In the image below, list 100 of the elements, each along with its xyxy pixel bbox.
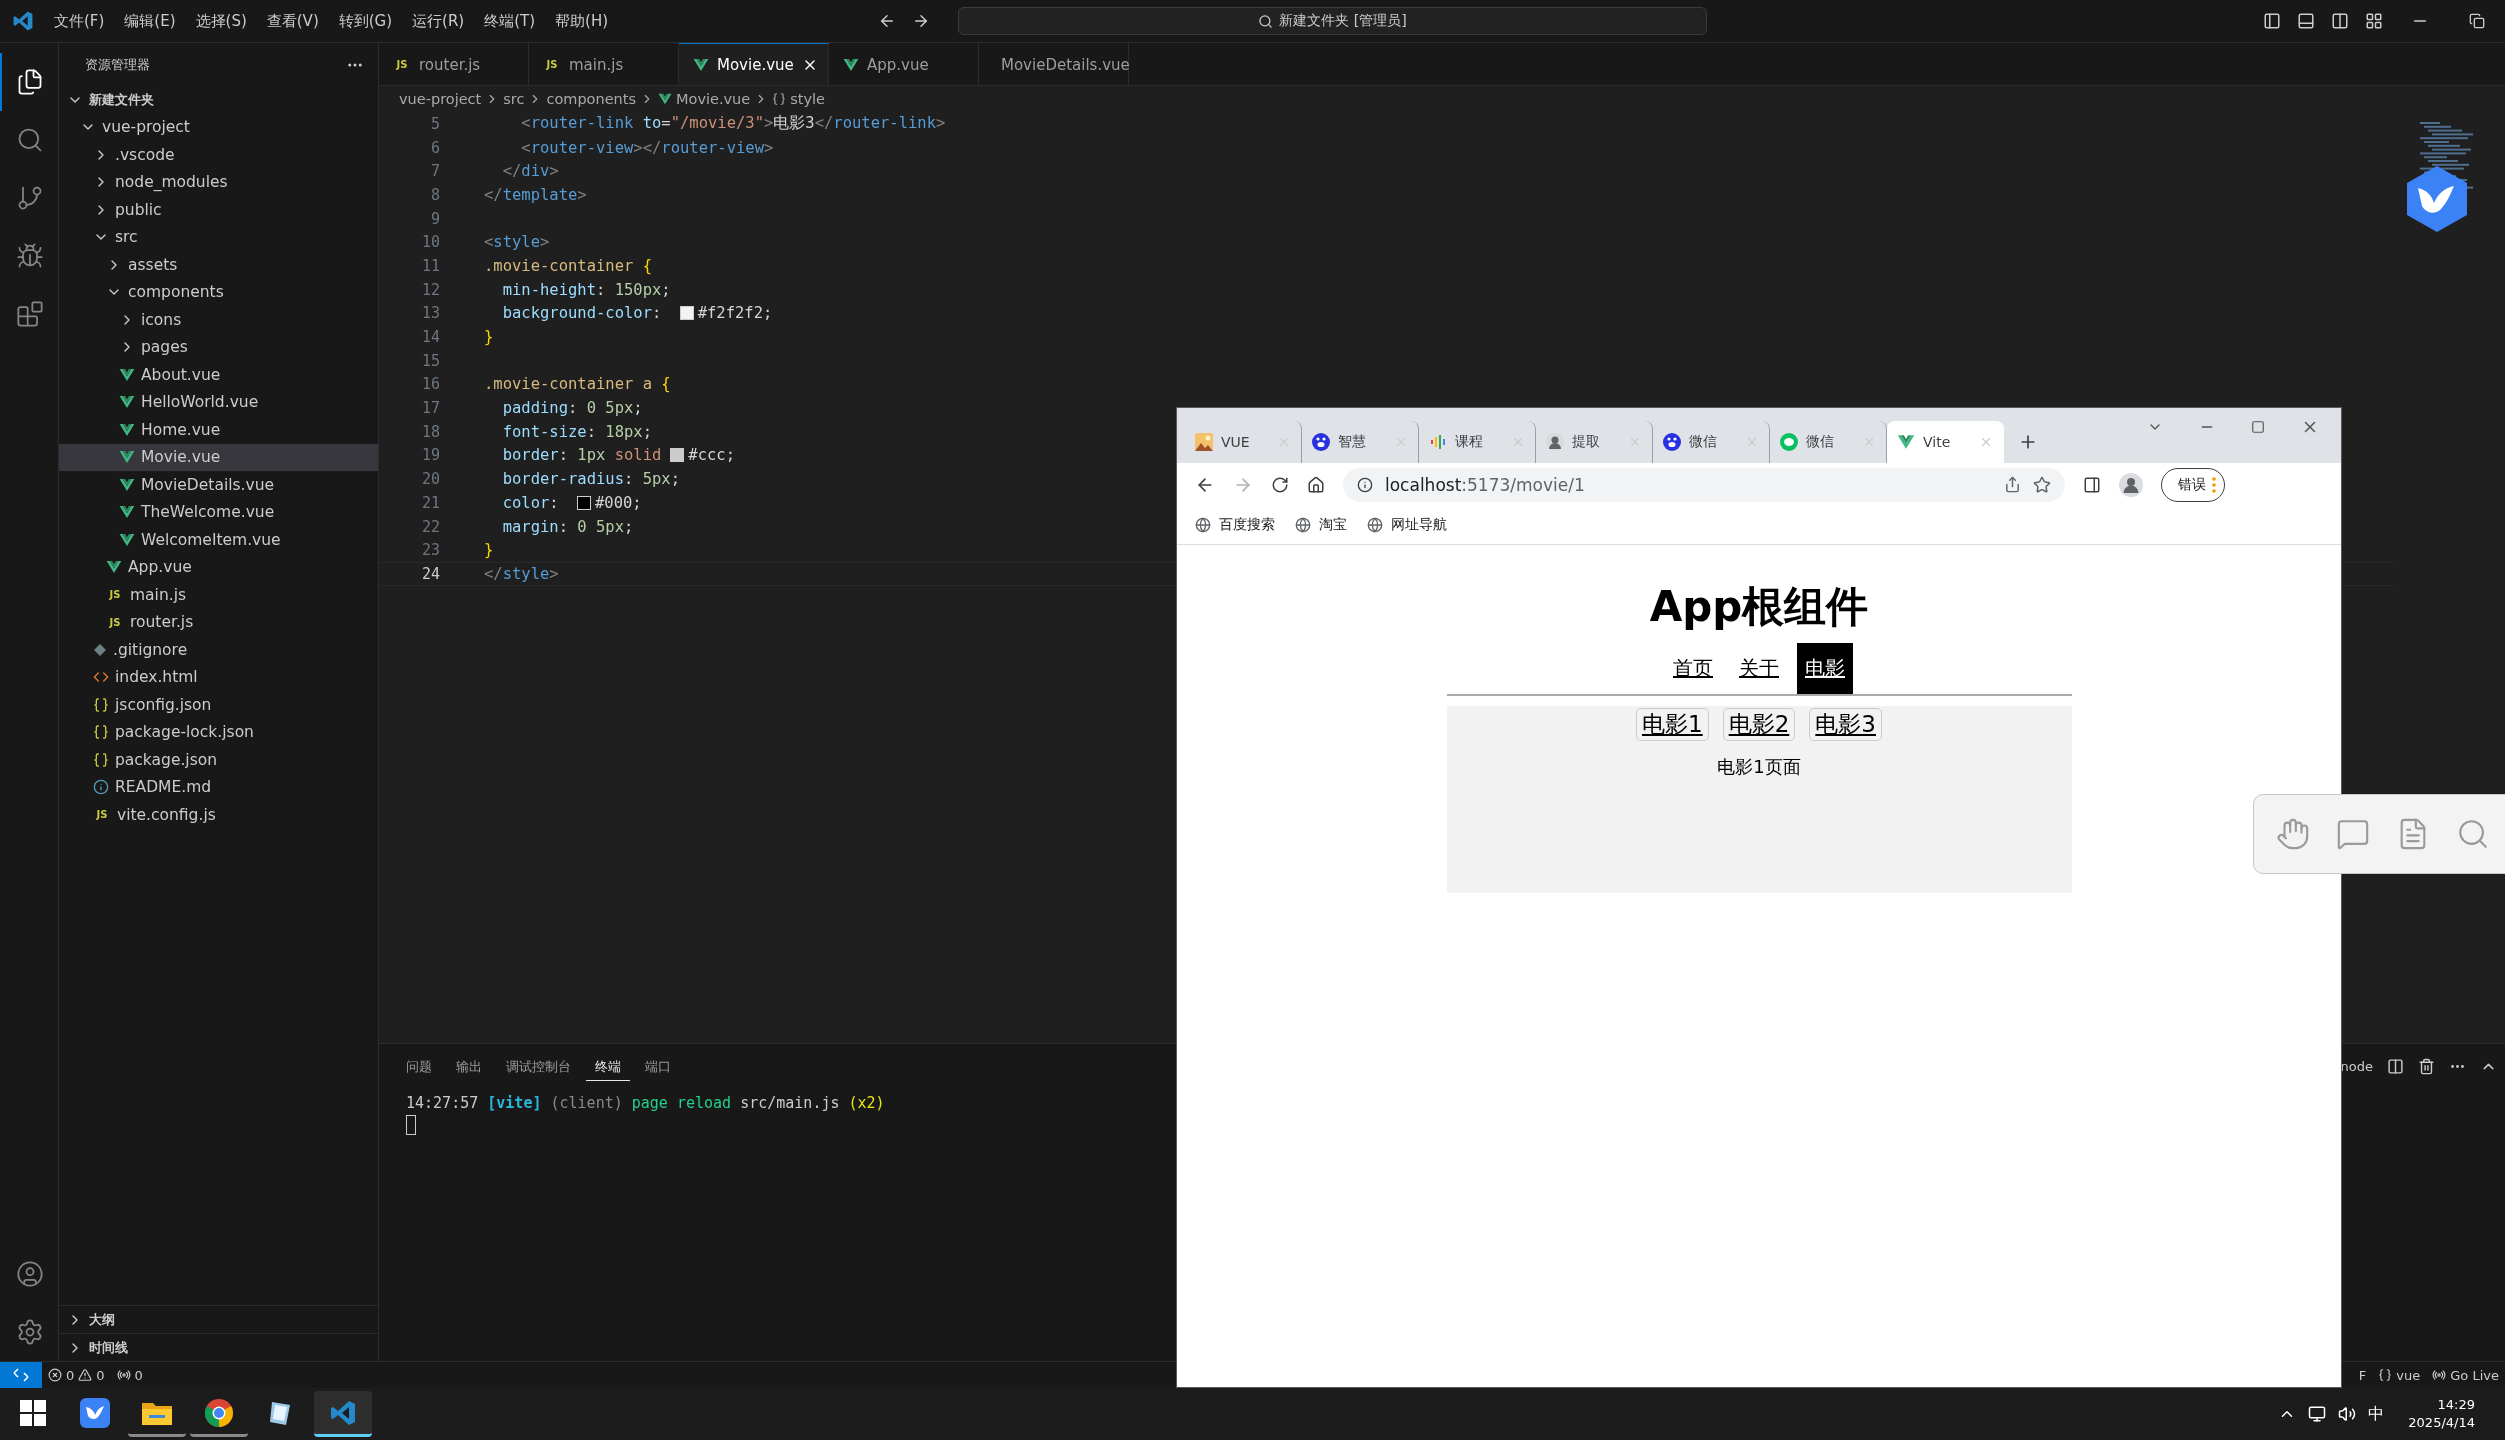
file-tree-item[interactable]: Movie.vue bbox=[59, 443, 378, 471]
file-tree-item[interactable]: .vscode bbox=[59, 141, 378, 169]
menu-item[interactable]: 选择(S) bbox=[185, 7, 257, 35]
panel-tab[interactable]: 终端 bbox=[586, 1051, 630, 1081]
file-tree-item[interactable]: vue-project bbox=[59, 113, 378, 141]
chat-icon[interactable] bbox=[2336, 817, 2370, 851]
menu-item[interactable]: 转到(G) bbox=[328, 7, 403, 35]
sidebar-toggle-icon[interactable] bbox=[2263, 12, 2281, 30]
nav-link[interactable]: 首页 bbox=[1665, 643, 1721, 694]
movie-link[interactable]: 电影3 bbox=[1809, 708, 1882, 741]
command-center[interactable]: 新建文件夹 [管理员] bbox=[958, 7, 1707, 35]
taskbar-button[interactable] bbox=[314, 1391, 372, 1437]
star-icon[interactable] bbox=[2033, 475, 2051, 494]
file-tree-item[interactable]: package.json bbox=[59, 746, 378, 774]
ports-status[interactable]: 0 bbox=[110, 1367, 149, 1383]
share-icon[interactable] bbox=[2004, 476, 2021, 493]
restore-icon[interactable] bbox=[2469, 13, 2485, 29]
status-item[interactable]: Go Live bbox=[2426, 1367, 2505, 1383]
terminal-name[interactable]: node bbox=[2340, 1058, 2373, 1074]
status-item[interactable]: vue bbox=[2372, 1367, 2427, 1383]
settings-icon[interactable] bbox=[16, 1318, 44, 1346]
menu-item[interactable]: 编辑(E) bbox=[114, 7, 186, 35]
reload-icon[interactable] bbox=[1271, 475, 1289, 494]
browser-tab[interactable]: 课程 bbox=[1419, 421, 1536, 463]
address-bar[interactable]: localhost:5173/movie/1 bbox=[1343, 467, 2065, 502]
breadcrumb-item[interactable]: src bbox=[503, 91, 525, 107]
file-tree-item[interactable]: README.md bbox=[59, 773, 378, 801]
file-tree-item[interactable]: components bbox=[59, 278, 378, 306]
code-text: padding: 0 5px; bbox=[501, 399, 643, 418]
file-tree-item[interactable]: index.html bbox=[59, 663, 378, 691]
search-icon[interactable] bbox=[2456, 817, 2490, 851]
nav-link[interactable]: 关于 bbox=[1731, 643, 1787, 694]
bookmark[interactable]: 百度搜索 bbox=[1195, 516, 1275, 534]
home-icon[interactable] bbox=[1307, 475, 1325, 494]
panel-toggle-icon[interactable] bbox=[2297, 12, 2315, 30]
menu-item[interactable]: 文件(F) bbox=[44, 7, 115, 35]
breadcrumb-item[interactable]: vue-project bbox=[399, 91, 482, 107]
volume-icon[interactable] bbox=[2338, 1405, 2357, 1423]
browser-tab[interactable]: 智慧 bbox=[1302, 421, 1419, 463]
file-tree-item[interactable]: .gitignore bbox=[59, 636, 378, 664]
panel-tab[interactable]: 输出 bbox=[447, 1051, 491, 1081]
file-tree-item[interactable]: JS main.js bbox=[59, 581, 378, 609]
problems-status[interactable]: 0 0 bbox=[42, 1367, 111, 1383]
file-tree-item[interactable]: icons bbox=[59, 306, 378, 334]
panel-tab[interactable]: 端口 bbox=[636, 1051, 680, 1081]
browser-tab[interactable]: 微信 bbox=[1770, 421, 1887, 463]
status-item[interactable]: F bbox=[2352, 1367, 2373, 1383]
file-tree-item[interactable]: HelloWorld.vue bbox=[59, 388, 378, 416]
panel-tab[interactable]: 调试控制台 bbox=[497, 1051, 580, 1081]
file-tree-item[interactable]: assets bbox=[59, 251, 378, 279]
breadcrumb-item[interactable]: style bbox=[790, 91, 825, 107]
browser-tab[interactable]: VUE bbox=[1185, 421, 1302, 463]
layout-icon[interactable] bbox=[2365, 12, 2383, 30]
split-layout-icon[interactable] bbox=[2331, 12, 2349, 30]
file-tree-item[interactable]: TheWelcome.vue bbox=[59, 498, 378, 526]
forward-arrow-icon[interactable] bbox=[912, 12, 930, 30]
menu-item[interactable]: 查看(V) bbox=[256, 7, 329, 35]
file-tree-item[interactable]: node_modules bbox=[59, 168, 378, 196]
file-tree-item[interactable]: App.vue bbox=[59, 553, 378, 581]
file-tree-item[interactable]: WelcomeItem.vue bbox=[59, 526, 378, 554]
menu-item[interactable]: 帮助(H) bbox=[545, 7, 619, 35]
file-tree-item[interactable]: public bbox=[59, 196, 378, 224]
line-number: 10 bbox=[420, 233, 440, 252]
movie-link[interactable]: 电影1 bbox=[1636, 708, 1709, 741]
panel-tab[interactable]: 问题 bbox=[397, 1051, 441, 1081]
file-tree-item[interactable]: 新建文件夹 bbox=[59, 86, 378, 114]
split-icon[interactable] bbox=[2387, 1057, 2404, 1075]
browser-tab[interactable]: 微信 bbox=[1653, 421, 1770, 463]
clock[interactable]: 14:29 2025/4/14 bbox=[2408, 1396, 2475, 1432]
file-tree-item[interactable]: pages bbox=[59, 333, 378, 361]
hand-icon[interactable] bbox=[2276, 817, 2310, 851]
browser-tab[interactable]: 提取 bbox=[1536, 421, 1653, 463]
breadcrumb-item[interactable]: Movie.vue bbox=[676, 91, 751, 107]
bookmark[interactable]: 网址导航 bbox=[1367, 516, 1447, 534]
movie-link[interactable]: 电影2 bbox=[1722, 708, 1796, 741]
file-tree-item[interactable]: MovieDetails.vue bbox=[59, 471, 378, 499]
file-tree-item[interactable]: JS router.js bbox=[59, 608, 378, 636]
account-icon[interactable] bbox=[16, 1260, 44, 1288]
nav-link[interactable]: 电影 bbox=[1797, 643, 1853, 694]
file-tree-item[interactable]: JS vite.config.js bbox=[59, 801, 378, 829]
file-tree-item[interactable]: jsconfig.json bbox=[59, 691, 378, 719]
collapsible-section[interactable]: 大纲 bbox=[59, 1305, 378, 1333]
bookmark[interactable]: 淘宝 bbox=[1295, 516, 1347, 534]
file-tree-item[interactable]: About.vue bbox=[59, 361, 378, 389]
network-icon[interactable] bbox=[2308, 1405, 2327, 1423]
input-method[interactable]: 中 bbox=[2368, 1403, 2385, 1425]
browser-tab[interactable]: Vite bbox=[1887, 421, 2004, 463]
menu-item[interactable]: 运行(R) bbox=[402, 7, 475, 35]
editor-tab[interactable]: Movie.vue bbox=[679, 43, 829, 85]
maximize-icon[interactable] bbox=[2251, 419, 2265, 434]
braces-icon bbox=[2378, 1368, 2393, 1382]
code-text: border-radius: 5px; bbox=[501, 470, 680, 489]
breadcrumb-item[interactable]: components bbox=[546, 91, 636, 107]
side-panel-icon[interactable] bbox=[2083, 475, 2101, 494]
menu-item[interactable]: 终端(T) bbox=[474, 7, 546, 35]
avatar-icon[interactable] bbox=[2119, 472, 2143, 497]
file-tree-item[interactable]: src bbox=[59, 223, 378, 251]
file-tree-item[interactable]: Home.vue bbox=[59, 416, 378, 444]
file-tree-item[interactable]: package-lock.json bbox=[59, 718, 378, 746]
trash-icon[interactable] bbox=[2418, 1057, 2435, 1075]
